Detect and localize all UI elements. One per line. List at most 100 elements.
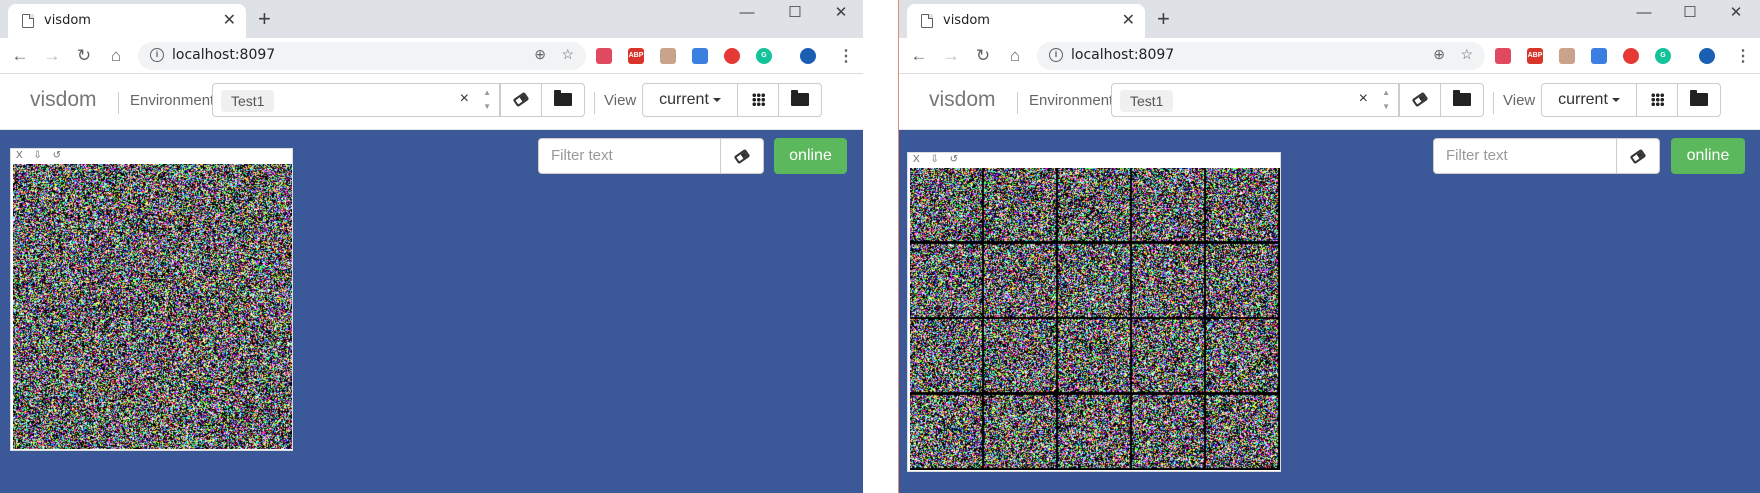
address-bar[interactable]: i localhost:8097 ⊕ ☆ [1037,42,1485,70]
eraser-icon [513,92,530,107]
adblock-icon[interactable]: ABP [628,48,644,64]
new-tab-button[interactable]: + [1157,4,1170,34]
home-icon[interactable]: ⌂ [1003,44,1027,68]
minimize-button[interactable]: — [724,2,770,24]
profile-icon[interactable] [800,48,816,64]
manage-views-button[interactable] [778,83,822,117]
stop-hand-icon[interactable] [724,48,740,64]
caret-down-icon [713,98,721,102]
folder-open-icon [554,93,572,106]
tab-visdom[interactable]: visdom ✕ [907,4,1145,38]
new-tab-button[interactable]: + [258,4,271,34]
back-icon[interactable]: ← [8,44,32,68]
tab-title: visdom [943,13,990,28]
environment-label: Environment [1029,92,1113,109]
adblock-icon[interactable]: ABP [1527,48,1543,64]
pdf-icon[interactable] [1559,48,1575,64]
stop-hand-icon[interactable] [1623,48,1639,64]
noise-image-grid [910,168,1280,470]
image-grid-pane[interactable]: X ⇩ ↺ [907,152,1281,472]
tab-strip: visdom ✕ + — ☐ ✕ [0,0,863,38]
view-select[interactable]: current [1541,83,1637,117]
grammarly-icon[interactable]: G [1655,48,1671,64]
repack-button[interactable] [1636,83,1678,117]
filter-input[interactable]: Filter text [538,138,721,174]
eraser-icon [1412,92,1429,107]
close-pane-icon[interactable]: X [913,154,920,165]
bookmark-star-icon[interactable]: ☆ [561,46,574,63]
graduation-cap-icon[interactable] [692,48,708,64]
view-value: current [659,91,709,108]
browser-window-left: visdom ✕ + — ☐ ✕ ← → ↻ ⌂ i localhost:809… [0,0,863,493]
menu-icon[interactable]: ⋮ [838,46,854,66]
manage-env-button[interactable] [1440,83,1484,117]
clear-env-button[interactable] [1399,83,1441,117]
reload-icon[interactable]: ↻ [72,44,96,68]
folder-open-icon [1453,93,1471,106]
browser-window-right: visdom ✕ + — ☐ ✕ ← → ↻ ⌂ i localhost:809… [898,0,1760,493]
reset-icon[interactable]: ↺ [53,150,61,161]
close-tab-icon[interactable]: ✕ [1122,10,1135,30]
download-icon[interactable]: ⇩ [33,150,41,161]
back-icon[interactable]: ← [907,44,931,68]
tab-strip: visdom ✕ + — ☐ ✕ [899,0,1760,38]
reload-icon[interactable]: ↻ [971,44,995,68]
forward-icon[interactable]: → [40,44,64,68]
grammarly-icon[interactable]: G [756,48,772,64]
folder-open-icon [1690,93,1708,106]
clear-environment-icon[interactable]: × [460,90,469,108]
manage-views-button[interactable] [1677,83,1721,117]
screen: visdom ✕ + — ☐ ✕ ← → ↻ ⌂ i localhost:809… [0,0,1760,493]
grid-icon [1651,93,1664,106]
zoom-icon[interactable]: ⊕ [534,46,546,63]
clear-filter-button[interactable] [1616,138,1660,174]
visdom-navbar: visdom Environment Test1 × ▲ ▼ View curre… [0,74,863,130]
repack-button[interactable] [737,83,779,117]
brand[interactable]: visdom [929,88,996,112]
site-info-icon[interactable]: i [1049,48,1063,62]
maximize-button[interactable]: ☐ [772,2,818,24]
clear-environment-icon[interactable]: × [1359,90,1368,108]
download-icon[interactable]: ⇩ [930,154,938,165]
divider [594,92,595,114]
pocket-icon[interactable] [596,48,612,64]
env-spinner-icon[interactable]: ▲ ▼ [483,86,491,114]
maximize-button[interactable]: ☐ [1667,2,1713,24]
tab-visdom[interactable]: visdom ✕ [8,4,246,38]
clear-env-button[interactable] [500,83,542,117]
close-pane-icon[interactable]: X [16,150,23,161]
brand[interactable]: visdom [30,88,97,112]
pane-titlebar: X ⇩ ↺ [11,149,292,164]
pdf-icon[interactable] [660,48,676,64]
menu-icon[interactable]: ⋮ [1735,46,1751,66]
environment-select[interactable]: Test1 × ▲ ▼ [212,83,500,117]
zoom-icon[interactable]: ⊕ [1433,46,1445,63]
address-bar[interactable]: i localhost:8097 ⊕ ☆ [138,42,586,70]
connection-status-button[interactable]: online [774,138,847,174]
profile-icon[interactable] [1699,48,1715,64]
reset-icon[interactable]: ↺ [950,154,958,165]
eraser-icon [734,149,751,164]
clear-filter-button[interactable] [720,138,764,174]
close-tab-icon[interactable]: ✕ [223,10,236,30]
connection-status-button[interactable]: online [1671,138,1745,174]
forward-icon[interactable]: → [939,44,963,68]
home-icon[interactable]: ⌂ [104,44,128,68]
pane-titlebar: X ⇩ ↺ [908,153,1280,168]
env-spinner-icon[interactable]: ▲ ▼ [1382,86,1390,114]
image-pane[interactable]: X ⇩ ↺ [10,148,293,451]
close-window-button[interactable]: ✕ [1713,2,1759,24]
view-label: View [1503,92,1535,109]
environment-tag[interactable]: Test1 [1120,90,1173,112]
filter-input[interactable]: Filter text [1433,138,1617,174]
view-select[interactable]: current [642,83,738,117]
manage-env-button[interactable] [541,83,585,117]
site-info-icon[interactable]: i [150,48,164,62]
close-window-button[interactable]: ✕ [818,2,863,24]
environment-select[interactable]: Test1 × ▲ ▼ [1111,83,1399,117]
bookmark-star-icon[interactable]: ☆ [1460,46,1473,63]
pocket-icon[interactable] [1495,48,1511,64]
minimize-button[interactable]: — [1621,2,1667,24]
graduation-cap-icon[interactable] [1591,48,1607,64]
environment-tag[interactable]: Test1 [221,90,274,112]
